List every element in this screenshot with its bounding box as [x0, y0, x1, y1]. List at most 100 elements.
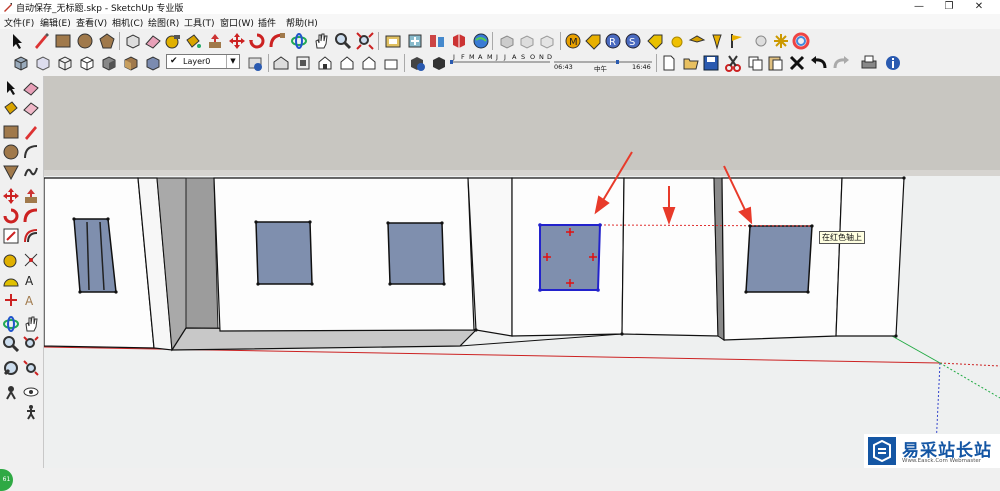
copy-icon[interactable] — [746, 54, 764, 72]
textured-icon[interactable] — [122, 54, 140, 72]
google-earth-icon[interactable] — [472, 32, 490, 50]
menu-file[interactable]: 文件(F) — [4, 16, 34, 29]
minimize-button[interactable]: — — [904, 0, 934, 14]
polygon-icon[interactable] — [98, 32, 116, 50]
follow-me-icon[interactable] — [268, 32, 286, 50]
circle-icon[interactable] — [3, 144, 19, 160]
tape-measure-icon[interactable] — [164, 32, 182, 50]
line-pencil-icon[interactable] — [32, 32, 50, 50]
menu-tools[interactable]: 工具(T) — [184, 16, 215, 29]
polygon-icon[interactable] — [3, 164, 19, 180]
menu-draw[interactable]: 绘图(R) — [148, 16, 179, 29]
window-3[interactable] — [387, 222, 445, 285]
ruby-star-icon[interactable] — [772, 32, 790, 50]
left-view-icon[interactable] — [382, 54, 400, 72]
save-icon[interactable] — [702, 54, 720, 72]
freehand-icon[interactable] — [23, 164, 39, 180]
zoom-window-icon[interactable] — [23, 336, 39, 352]
push-pull-icon[interactable] — [23, 188, 39, 204]
menu-edit[interactable]: 编辑(E) — [40, 16, 71, 29]
model-viewport[interactable] — [44, 76, 1000, 468]
shadow-date-time-slider[interactable]: J F M A M J J A S O N D 06:43 中午 16:46 — [450, 53, 652, 73]
follow-me-icon[interactable] — [23, 208, 39, 224]
arc-icon[interactable] — [23, 144, 39, 160]
orbit-icon[interactable] — [290, 32, 308, 50]
open-folder-icon[interactable] — [682, 54, 700, 72]
share-model-icon[interactable] — [406, 32, 424, 50]
xray-view-icon[interactable] — [34, 54, 52, 72]
chevron-down-icon[interactable]: ▼ — [226, 55, 239, 68]
pan-hand-icon[interactable] — [312, 32, 330, 50]
ruby-label-icon[interactable] — [646, 32, 664, 50]
layer-manager-icon[interactable] — [246, 54, 264, 72]
shadow-settings-icon[interactable] — [408, 54, 426, 72]
3d-text-icon[interactable]: A — [23, 292, 39, 308]
paste-icon[interactable] — [766, 54, 784, 72]
eraser-icon[interactable] — [23, 80, 39, 96]
iso-camera-icon[interactable] — [272, 54, 290, 72]
rectangle-icon[interactable] — [3, 124, 19, 140]
extension-warehouse-icon[interactable] — [450, 32, 468, 50]
delete-icon[interactable] — [788, 54, 806, 72]
select-icon[interactable] — [3, 80, 19, 96]
toggle-shadows-icon[interactable] — [430, 54, 448, 72]
zoom-extents-icon[interactable] — [356, 32, 374, 50]
zoom-extents-icon[interactable] — [23, 360, 39, 376]
offset-icon[interactable] — [23, 228, 39, 244]
right-view-icon[interactable] — [338, 54, 356, 72]
hidden-line-icon[interactable] — [78, 54, 96, 72]
close-button[interactable]: ✕ — [964, 0, 994, 14]
monochrome-icon[interactable] — [144, 54, 162, 72]
solid-union-icon[interactable] — [498, 32, 516, 50]
dimension-icon[interactable] — [23, 252, 39, 268]
line-pencil-icon[interactable] — [23, 124, 39, 140]
get-models-icon[interactable] — [428, 32, 446, 50]
protractor-icon[interactable] — [3, 272, 19, 288]
ruby-sphere-icon[interactable] — [752, 32, 770, 50]
scene-canvas[interactable] — [44, 76, 1000, 468]
ruby-tag-icon[interactable] — [584, 32, 602, 50]
menu-help[interactable]: 帮助(H) — [286, 16, 318, 29]
make-component-icon[interactable] — [124, 32, 142, 50]
paint-bucket-icon[interactable] — [3, 100, 19, 116]
cut-icon[interactable] — [724, 54, 742, 72]
iso-view-icon[interactable] — [12, 54, 30, 72]
pan-hand-icon[interactable] — [23, 316, 39, 332]
select-arrow-icon[interactable] — [8, 32, 26, 50]
walk-icon[interactable] — [23, 404, 39, 420]
previous-view-icon[interactable] — [3, 360, 19, 376]
ruby-pin-icon[interactable] — [708, 32, 726, 50]
redo-icon[interactable] — [832, 54, 850, 72]
new-file-icon[interactable] — [660, 54, 678, 72]
solid-subtract-icon[interactable] — [518, 32, 536, 50]
ruby-flag-icon[interactable] — [728, 32, 746, 50]
rotate-icon[interactable] — [248, 32, 266, 50]
orbit-icon[interactable] — [3, 316, 19, 332]
wireframe-icon[interactable] — [56, 54, 74, 72]
ruby-m-icon[interactable]: M — [564, 32, 582, 50]
back-view-icon[interactable] — [360, 54, 378, 72]
scale-icon[interactable] — [3, 228, 19, 244]
push-pull-icon[interactable] — [206, 32, 224, 50]
window-narrow[interactable] — [73, 218, 117, 293]
print-icon[interactable] — [860, 54, 878, 72]
zoom-icon[interactable] — [334, 32, 352, 50]
zoom-icon[interactable] — [3, 336, 19, 352]
menu-view[interactable]: 查看(V) — [76, 16, 107, 29]
circle-icon[interactable] — [76, 32, 94, 50]
menu-plugins[interactable]: 插件 — [258, 16, 276, 29]
model-info-icon[interactable] — [884, 54, 902, 72]
move-icon[interactable] — [3, 188, 19, 204]
menu-window[interactable]: 窗口(W) — [220, 16, 254, 29]
tape-measure-icon[interactable] — [3, 252, 19, 268]
look-around-icon[interactable] — [23, 384, 39, 400]
3d-warehouse-icon[interactable] — [384, 32, 402, 50]
ruby-s-icon[interactable]: S — [624, 32, 642, 50]
position-camera-icon[interactable] — [3, 384, 19, 400]
window-5[interactable] — [745, 225, 813, 293]
ruby-hat-icon[interactable] — [688, 32, 706, 50]
top-view-icon[interactable] — [294, 54, 312, 72]
menu-camera[interactable]: 相机(C) — [112, 16, 143, 29]
rectangle-icon[interactable] — [54, 32, 72, 50]
ruby-color-wheel-icon[interactable] — [792, 32, 810, 50]
